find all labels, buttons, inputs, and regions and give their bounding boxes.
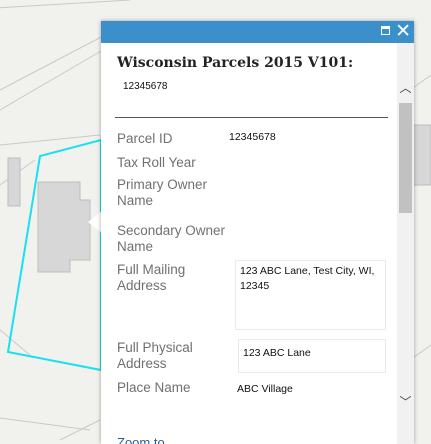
scroll-down-icon[interactable]: ﹀ <box>398 395 413 409</box>
maximize-icon[interactable] <box>381 26 390 35</box>
popup-pointer <box>88 211 102 233</box>
popup-title-value: 12345678 <box>123 81 168 92</box>
popup-titlebar: ✕ <box>101 20 414 43</box>
zoom-to-link[interactable]: Zoom to <box>117 435 165 444</box>
field-value-physical-address: 123 ABC Lane <box>238 339 386 373</box>
field-label-primary-owner-name: Primary Owner Name <box>117 177 208 208</box>
title-divider <box>115 117 388 118</box>
scrollbar-thumb[interactable] <box>399 103 412 213</box>
field-label-parcel-id: Parcel ID <box>117 131 173 146</box>
field-label-physical-address: Full Physical Address <box>117 340 193 371</box>
identify-popup: ✕ Wisconsin Parcels 2015 V101: 12345678 … <box>101 20 414 444</box>
close-icon[interactable]: ✕ <box>395 20 411 42</box>
building-footprint <box>7 157 21 207</box>
field-label-mailing-address: Full Mailing Address <box>117 262 186 293</box>
field-label-secondary-owner-name: Secondary Owner Name <box>117 223 226 254</box>
field-value-parcel-id: 12345678 <box>225 130 353 147</box>
field-value-place-name: ABC Village <box>233 379 339 415</box>
field-value-mailing-address: 123 ABC Lane, Test City, WI, 12345 <box>235 260 386 330</box>
scroll-up-icon[interactable]: ︿ <box>398 81 413 95</box>
popup-content: Wisconsin Parcels 2015 V101: 12345678 Pa… <box>101 43 396 444</box>
popup-title: Wisconsin Parcels 2015 V101: <box>117 55 354 71</box>
field-label-tax-roll-year: Tax Roll Year <box>117 155 196 170</box>
building-footprint <box>411 124 431 186</box>
field-label-place-name: Place Name <box>117 380 191 395</box>
popup-scrollbar[interactable]: ︿ ﹀ <box>397 43 414 444</box>
